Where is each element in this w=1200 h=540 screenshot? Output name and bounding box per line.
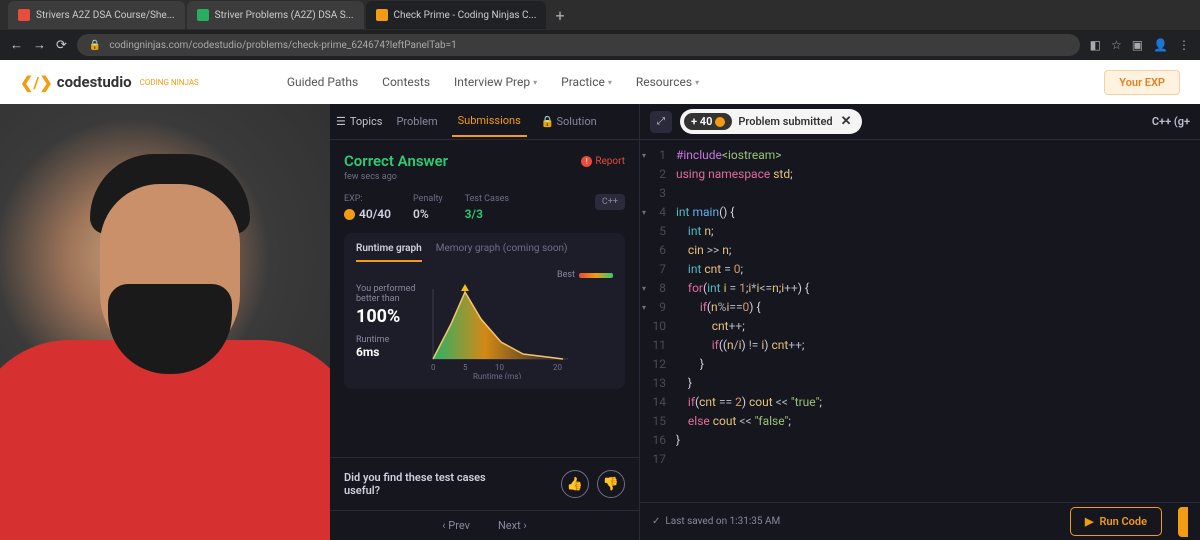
best-legend: Best [356, 270, 613, 280]
lock-icon: 🔒 [89, 40, 101, 51]
svg-text:10: 10 [495, 363, 504, 372]
browser-tab[interactable]: Strivers A2Z DSA Course/She... [8, 1, 185, 29]
report-button[interactable]: !Report [581, 156, 625, 167]
gradient-legend-icon [579, 273, 613, 278]
last-saved: ✓Last saved on 1:31:35 AM [652, 516, 780, 527]
panel-tabs: ☰Topics Problem Submissions 🔒Solution [330, 104, 639, 140]
tab-submissions[interactable]: Submissions [452, 106, 527, 137]
toast-text: Problem submitted [738, 115, 832, 128]
play-icon: ▶ [1085, 515, 1093, 528]
logo-subtext: CODING NINJAS [140, 78, 199, 87]
stat-testcases: Test Cases 3/3 [465, 194, 509, 221]
perf-text: better than [356, 294, 415, 304]
tab-label: Check Prime - Coding Ninjas C... [394, 10, 537, 21]
next-button[interactable]: Next › [498, 519, 527, 532]
runtime-graph-card: Runtime graph Memory graph (coming soon)… [344, 233, 625, 389]
close-icon[interactable]: ✕ [839, 114, 854, 129]
favicon-icon [197, 9, 209, 21]
menu-icon: ☰ [336, 115, 346, 128]
svg-text:0: 0 [431, 363, 436, 372]
tab-solution[interactable]: 🔒Solution [535, 107, 603, 136]
chevron-down-icon: ▾ [533, 78, 537, 87]
svg-text:20: 20 [553, 363, 562, 372]
webcam-overlay [0, 104, 330, 540]
language-badge[interactable]: C++ [595, 194, 625, 210]
verdict-text: Correct Answer [344, 152, 448, 170]
expand-button[interactable]: ⤢ [650, 111, 672, 133]
svg-text:Runtime (ms): Runtime (ms) [473, 372, 521, 379]
new-tab-button[interactable]: + [548, 6, 573, 25]
profile-icon[interactable]: 👤 [1153, 38, 1168, 52]
nav-guided-paths[interactable]: Guided Paths [287, 75, 358, 89]
lock-icon: 🔒 [541, 115, 555, 128]
stat-penalty: Penalty 0% [413, 194, 443, 221]
reload-button[interactable]: ⟳ [56, 38, 67, 53]
logo[interactable]: ❮/❯ codestudio CODING NINJAS [20, 73, 199, 92]
alert-icon: ! [581, 156, 592, 167]
submission-toast: + 40 Problem submitted ✕ [680, 109, 862, 134]
browser-tab-active[interactable]: Check Prime - Coding Ninjas C... [366, 1, 546, 29]
tab-label: Strivers A2Z DSA Course/She... [36, 10, 175, 21]
nav-practice[interactable]: Practice▾ [561, 75, 612, 89]
percentile-value: 100% [356, 306, 415, 327]
points-badge: + 40 [684, 113, 732, 130]
chrome-actions: ◧ ☆ ▣ 👤 ⋮ [1090, 38, 1190, 52]
browser-chrome: Strivers A2Z DSA Course/She... Striver P… [0, 0, 1200, 60]
tab-problem[interactable]: Problem [390, 107, 443, 136]
feedback-row: Did you find these test cases useful? 👍 … [330, 457, 639, 510]
nav-contests[interactable]: Contests [382, 75, 430, 89]
runtime-value: 6ms [356, 345, 415, 359]
result-panel: ☰Topics Problem Submissions 🔒Solution Co… [330, 104, 640, 540]
runtime-chart: 0 5 10 20 Runtime (ms) [423, 284, 613, 383]
back-button[interactable]: ← [10, 37, 23, 53]
tab-runtime-graph[interactable]: Runtime graph [356, 243, 422, 262]
submit-button[interactable] [1178, 507, 1188, 537]
thumbs-down-button[interactable]: 👎 [597, 470, 625, 498]
logo-text: codestudio [57, 73, 132, 91]
tab-memory-graph: Memory graph (coming soon) [436, 243, 568, 262]
extension-icon[interactable]: ◧ [1090, 38, 1101, 52]
coin-icon [715, 117, 725, 127]
extension-icon[interactable]: ▣ [1132, 38, 1143, 52]
site-header: ❮/❯ codestudio CODING NINJAS Guided Path… [0, 60, 1200, 104]
browser-tab[interactable]: Striver Problems (A2Z) DSA S... [187, 1, 364, 29]
feedback-question: Did you find these test cases useful? [344, 471, 514, 497]
chevron-down-icon: ▾ [608, 78, 612, 87]
code-editor[interactable]: ▾1#include<iostream> 2using namespace st… [640, 140, 1200, 502]
editor-toolbar: ⤢ + 40 Problem submitted ✕ C++ (g+ [640, 104, 1200, 140]
timestamp: few secs ago [344, 172, 625, 182]
problem-nav: ‹ Prev Next › [330, 510, 639, 540]
nav-resources[interactable]: Resources▾ [636, 75, 699, 89]
run-code-button[interactable]: ▶Run Code [1070, 507, 1162, 536]
extension-icon[interactable]: ☆ [1111, 38, 1122, 52]
prev-button[interactable]: ‹ Prev [442, 519, 470, 532]
coin-icon [344, 209, 355, 220]
your-exp-button[interactable]: Your EXP [1104, 70, 1180, 95]
check-icon: ✓ [652, 516, 660, 527]
topics-button[interactable]: ☰Topics [336, 115, 382, 128]
thumbs-up-button[interactable]: 👍 [561, 470, 589, 498]
svg-text:5: 5 [463, 363, 468, 372]
logo-icon: ❮/❯ [20, 73, 53, 92]
stat-exp: EXP: 40/40 [344, 194, 391, 221]
address-row: ← → ⟳ 🔒 codingninjas.com/codestudio/prob… [0, 30, 1200, 60]
browser-tabs: Strivers A2Z DSA Course/She... Striver P… [0, 0, 1200, 30]
language-selector[interactable]: C++ (g+ [1152, 115, 1190, 128]
url-text: codingninjas.com/codestudio/problems/che… [109, 40, 456, 51]
editor-panel: ⤢ + 40 Problem submitted ✕ C++ (g+ ▾1#in… [640, 104, 1200, 540]
perf-text: You performed [356, 284, 415, 294]
favicon-icon [376, 9, 388, 21]
editor-footer: ✓Last saved on 1:31:35 AM ▶Run Code [640, 502, 1200, 540]
nav-interview-prep[interactable]: Interview Prep▾ [454, 75, 537, 89]
favicon-icon [18, 9, 30, 21]
tab-label: Striver Problems (A2Z) DSA S... [215, 10, 354, 21]
chevron-down-icon: ▾ [695, 78, 699, 87]
address-bar[interactable]: 🔒 codingninjas.com/codestudio/problems/c… [77, 34, 1080, 56]
runtime-label: Runtime [356, 335, 415, 345]
forward-button[interactable]: → [33, 37, 46, 53]
menu-icon[interactable]: ⋮ [1178, 38, 1190, 52]
